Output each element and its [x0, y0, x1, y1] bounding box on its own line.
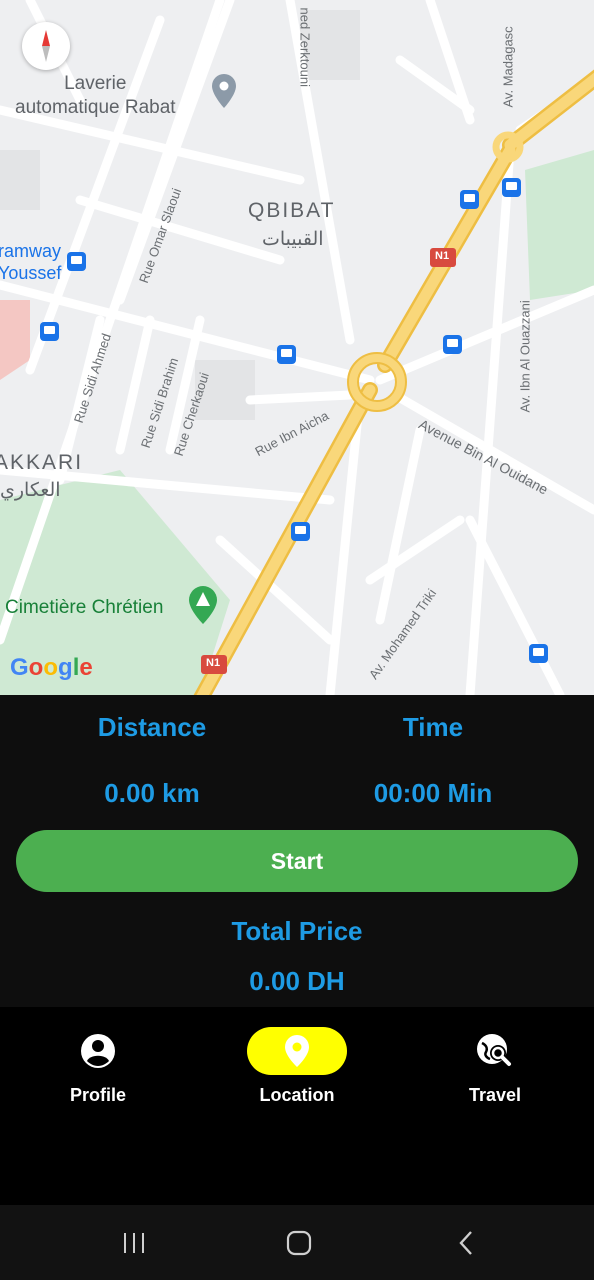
google-logo: Google: [10, 654, 93, 681]
start-button[interactable]: Start: [16, 830, 578, 892]
street-madagascar-label: Av. Madagasc: [500, 26, 516, 108]
district-akkari-label: AKKARI: [0, 451, 84, 474]
nav-profile-icon-wrap: [48, 1027, 148, 1075]
distance-value: 0.00 km: [104, 778, 200, 808]
back-button[interactable]: [446, 1225, 486, 1261]
district-akkari-arabic-label: العكاري: [0, 480, 61, 501]
tramway-station-label[interactable]: ramway Youssef: [0, 240, 61, 284]
map-view[interactable]: Laverie automatique Rabat QBIBAT القبيبا…: [0, 0, 594, 695]
total-price-value: 0.00 DH: [249, 966, 345, 996]
home-button[interactable]: [279, 1225, 319, 1261]
home-icon: [286, 1230, 312, 1256]
back-icon: [459, 1231, 472, 1255]
nav-travel-label: Travel: [468, 1085, 522, 1105]
recents-button[interactable]: [114, 1225, 154, 1261]
district-qbibat-arabic-label: القبيبات: [262, 229, 324, 250]
location-pin-icon: [285, 1035, 309, 1067]
time-label: Time: [402, 712, 464, 742]
recents-icon: [124, 1233, 144, 1253]
nav-item-location[interactable]: Location: [227, 1027, 367, 1106]
total-price-label: Total Price: [231, 916, 363, 946]
nav-profile-label: Profile: [69, 1085, 126, 1105]
compass-button[interactable]: [22, 22, 70, 70]
trip-stats-panel: Distance Time 0.00 km 00:00 Min Start To…: [0, 695, 594, 1007]
route-badge-n1-lower: N1: [206, 657, 221, 669]
route-badge-n1: N1: [435, 250, 450, 262]
time-value: 00:00 Min: [373, 778, 493, 808]
street-ibn-al-ouazzani-label: Av. Ibn Al Ouazzani: [517, 300, 533, 413]
nav-item-profile[interactable]: Profile: [28, 1027, 168, 1106]
nav-location-icon-wrap: [247, 1027, 347, 1075]
distance-label: Distance: [97, 712, 207, 742]
street-zerktouni-label: ned Zerktouni: [297, 7, 313, 88]
system-navigation-bar: [0, 1205, 594, 1280]
district-qbibat-label: QBIBAT: [248, 199, 336, 222]
nav-item-travel[interactable]: Travel: [425, 1027, 565, 1106]
bottom-navigation: Profile Location Travel: [0, 1007, 594, 1205]
nav-travel-icon-wrap: [445, 1027, 545, 1075]
profile-icon: [81, 1034, 115, 1068]
nav-location-label: Location: [259, 1085, 335, 1105]
compass-icon: [42, 30, 50, 62]
poi-laverie-label[interactable]: Laverie automatique Rabat: [15, 72, 176, 120]
cemetery-label[interactable]: Cimetière Chrétien: [5, 597, 163, 619]
travel-search-icon: [477, 1034, 511, 1066]
